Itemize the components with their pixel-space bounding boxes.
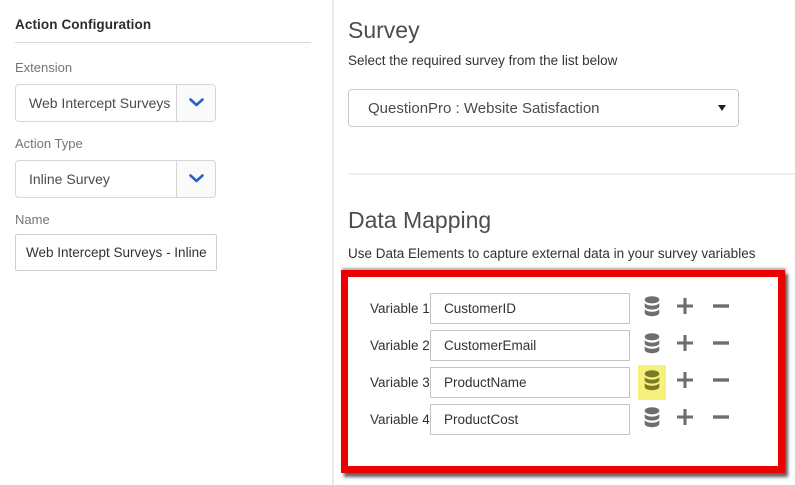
variable-1-input[interactable] (430, 293, 630, 324)
panel-title: Action Configuration (15, 17, 151, 32)
extension-dropdown-value: Web Intercept Surveys (16, 85, 176, 121)
variable-label: Variable 4 (370, 412, 430, 427)
extension-dropdown[interactable]: Web Intercept Surveys (15, 84, 216, 122)
survey-section-title: Survey (348, 17, 420, 44)
variable-2-input[interactable] (430, 330, 630, 361)
minus-icon (712, 371, 730, 394)
survey-select[interactable]: QuestionPro : Website Satisfaction (348, 89, 739, 127)
panel-divider (332, 0, 334, 485)
extension-label: Extension (15, 60, 72, 75)
mapping-row-3: Variable 3 (348, 367, 778, 398)
plus-icon (676, 408, 694, 431)
mapping-row-1: Variable 1 (348, 293, 778, 324)
plus-icon (676, 371, 694, 394)
caret-down-icon (718, 105, 726, 111)
add-variable-button[interactable] (676, 337, 694, 355)
variable-label: Variable 3 (370, 375, 430, 390)
plus-icon (676, 334, 694, 357)
action-configuration-screen: Action Configuration Extension Web Inter… (0, 0, 795, 485)
data-element-picker-button[interactable] (638, 402, 666, 437)
chevron-down-icon (189, 94, 204, 112)
add-variable-button[interactable] (676, 300, 694, 318)
variable-4-input[interactable] (430, 404, 630, 435)
title-underline (15, 42, 311, 43)
minus-icon (712, 334, 730, 357)
chevron-down-icon (189, 170, 204, 188)
mapping-row-2: Variable 2 (348, 330, 778, 361)
survey-section-subtitle: Select the required survey from the list… (348, 53, 617, 68)
name-label: Name (15, 212, 50, 227)
survey-select-value: QuestionPro : Website Satisfaction (349, 100, 718, 117)
action-type-dropdown[interactable]: Inline Survey (15, 160, 216, 198)
action-type-dropdown-value: Inline Survey (16, 161, 176, 197)
database-icon (644, 333, 660, 359)
remove-variable-button[interactable] (712, 374, 730, 392)
remove-variable-button[interactable] (712, 300, 730, 318)
add-variable-button[interactable] (676, 411, 694, 429)
variable-label: Variable 1 (370, 301, 430, 316)
action-type-dropdown-button[interactable] (176, 161, 215, 197)
variable-label: Variable 2 (370, 338, 430, 353)
minus-icon (712, 408, 730, 431)
variable-3-input[interactable] (430, 367, 630, 398)
annotation-red-box: Variable 1 (341, 270, 785, 473)
remove-variable-button[interactable] (712, 411, 730, 429)
database-icon (644, 370, 660, 396)
remove-variable-button[interactable] (712, 337, 730, 355)
section-divider (348, 173, 795, 175)
add-variable-button[interactable] (676, 374, 694, 392)
name-input[interactable] (15, 234, 217, 271)
data-element-picker-button[interactable] (638, 328, 666, 363)
data-element-picker-button-highlighted[interactable] (638, 365, 666, 400)
mapping-row-4: Variable 4 (348, 404, 778, 435)
database-icon (644, 296, 660, 322)
database-icon (644, 407, 660, 433)
data-mapping-subtitle: Use Data Elements to capture external da… (348, 246, 755, 261)
extension-dropdown-button[interactable] (176, 85, 215, 121)
minus-icon (712, 297, 730, 320)
data-mapping-title: Data Mapping (348, 207, 491, 234)
action-type-label: Action Type (15, 136, 83, 151)
data-element-picker-button[interactable] (638, 291, 666, 326)
plus-icon (676, 297, 694, 320)
